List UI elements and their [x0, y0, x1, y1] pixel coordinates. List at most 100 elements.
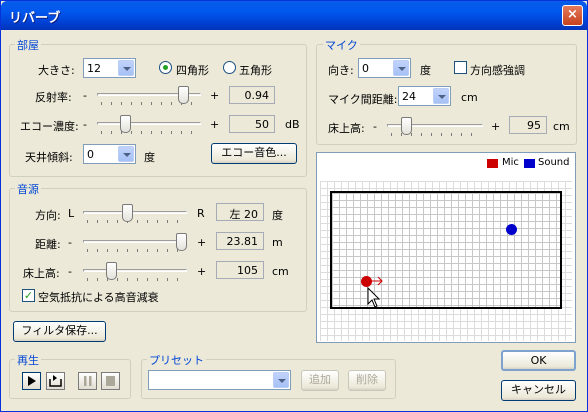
air-absorption-label[interactable]: 空気抵抗による高音減衰	[38, 289, 159, 305]
reflect-value: 0.94	[229, 86, 275, 104]
mic-dist-label: マイク間距離:	[328, 93, 398, 106]
echo-slider[interactable]	[97, 114, 201, 134]
preset-group-label: プリセット	[147, 352, 206, 368]
echo-minus: -	[83, 118, 87, 131]
pause-button[interactable]	[78, 372, 97, 390]
loop-play-icon	[49, 375, 62, 387]
preset-add-button[interactable]: 追加	[301, 370, 339, 391]
play-button[interactable]	[22, 372, 41, 390]
mic-height-slider-thumb[interactable]	[401, 117, 413, 135]
source-dist-value: 23.81	[216, 232, 264, 250]
pause-icon	[84, 376, 92, 386]
size-value: 12	[87, 62, 101, 75]
source-height-slider-thumb[interactable]	[106, 262, 118, 280]
source-dist-plus: +	[197, 236, 207, 249]
mic-height-value: 95	[509, 116, 547, 134]
loop-play-button[interactable]	[46, 372, 65, 390]
source-height-label: 床上高:	[23, 267, 60, 280]
source-dir-slider[interactable]	[83, 203, 187, 223]
source-height-value: 105	[216, 261, 264, 279]
chevron-down-icon[interactable]	[393, 60, 409, 76]
source-dir-l: L	[68, 207, 75, 220]
source-dir-r: R	[197, 207, 205, 220]
chevron-down-icon[interactable]	[433, 88, 449, 104]
legend-sound-swatch	[524, 159, 535, 168]
direction-emphasis-checkbox[interactable]	[454, 61, 467, 74]
reverb-dialog: リバーブ × 部屋 大きさ: 12 四角形 五角形 反射率: - + 0.94 …	[0, 0, 588, 412]
legend-mic-label: Mic	[502, 157, 519, 168]
source-group-label: 音源	[15, 181, 41, 197]
ceiling-select[interactable]: 0	[83, 144, 136, 164]
mouse-pointer-icon	[367, 287, 381, 308]
reflect-plus: +	[210, 89, 220, 102]
ceiling-value: 0	[87, 148, 94, 161]
playback-group-label: 再生	[15, 352, 41, 368]
echo-slider-thumb[interactable]	[120, 115, 132, 133]
ok-button[interactable]: OK	[501, 350, 576, 371]
shape-pentagon-radio[interactable]	[223, 61, 236, 74]
mic-height-slider[interactable]	[387, 116, 483, 136]
echo-color-button[interactable]: エコー音色...	[211, 143, 297, 164]
reflect-slider-thumb[interactable]	[178, 86, 190, 104]
mic-dist-select[interactable]: 24	[398, 86, 451, 106]
preset-select[interactable]	[148, 370, 291, 390]
ceiling-unit: 度	[144, 151, 155, 164]
source-height-minus: -	[68, 265, 72, 278]
source-dir-slider-thumb[interactable]	[121, 204, 133, 222]
play-icon	[28, 376, 36, 386]
stop-button[interactable]	[101, 372, 120, 390]
shape-square-label[interactable]: 四角形	[176, 62, 209, 78]
chevron-down-icon[interactable]	[118, 60, 134, 76]
preset-delete-button[interactable]: 削除	[348, 370, 386, 391]
mic-dist-value: 24	[402, 90, 416, 103]
mic-dir-select[interactable]: 0	[358, 58, 411, 78]
filter-save-button[interactable]: フィルタ保存...	[13, 321, 106, 342]
source-dir-value: 左 20	[216, 203, 264, 221]
mic-height-unit: cm	[553, 120, 570, 133]
size-select[interactable]: 12	[83, 58, 136, 78]
shape-pentagon-label[interactable]: 五角形	[239, 62, 272, 78]
echo-plus: +	[210, 118, 220, 131]
size-label: 大きさ:	[38, 64, 75, 77]
title-bar: リバーブ ×	[1, 1, 587, 30]
stop-icon	[106, 376, 115, 386]
sound-source-marker[interactable]	[506, 224, 517, 235]
room-view[interactable]: Mic Sound	[316, 152, 576, 343]
legend-sound-label: Sound	[538, 157, 570, 168]
source-dist-minus: -	[68, 236, 72, 249]
source-dist-unit: m	[272, 236, 283, 249]
chevron-down-icon[interactable]	[118, 146, 134, 162]
reflect-minus: -	[83, 89, 87, 102]
mic-dir-unit: 度	[420, 64, 431, 77]
source-height-plus: +	[197, 265, 207, 278]
mic-height-label: 床上高:	[328, 122, 365, 135]
mic-dir-label: 向き:	[328, 64, 354, 77]
mic-height-minus: -	[373, 120, 377, 133]
mic-dist-unit: cm	[461, 91, 478, 104]
room-group-label: 部屋	[15, 37, 41, 53]
room-floor-grid[interactable]	[330, 191, 562, 309]
source-height-unit: cm	[272, 265, 289, 278]
echo-label: エコー濃度:	[20, 120, 79, 133]
source-dir-label: 方向:	[35, 209, 61, 222]
ceiling-label: 天井傾斜:	[25, 151, 73, 164]
source-dist-label: 距離:	[35, 238, 61, 251]
direction-emphasis-label[interactable]: 方向感強調	[470, 62, 525, 78]
source-height-slider[interactable]	[83, 261, 187, 281]
chevron-down-icon[interactable]	[273, 372, 289, 388]
mic-dir-value: 0	[362, 62, 369, 75]
source-dist-slider-thumb[interactable]	[175, 233, 187, 251]
reflect-slider[interactable]	[97, 85, 201, 105]
legend-mic-swatch	[487, 159, 498, 168]
mic-direction-arrow-icon	[371, 276, 383, 286]
source-dir-unit: 度	[272, 209, 283, 222]
cancel-button[interactable]: キャンセル	[501, 380, 576, 401]
reflect-label: 反射率:	[35, 91, 72, 104]
air-absorption-checkbox[interactable]: ✓	[22, 289, 35, 302]
mic-group-label: マイク	[323, 37, 360, 53]
shape-square-radio[interactable]	[159, 61, 172, 74]
mic-height-plus: +	[491, 120, 501, 133]
source-dist-slider[interactable]	[83, 232, 187, 252]
close-button[interactable]: ×	[562, 5, 583, 26]
echo-unit: dB	[285, 118, 300, 131]
